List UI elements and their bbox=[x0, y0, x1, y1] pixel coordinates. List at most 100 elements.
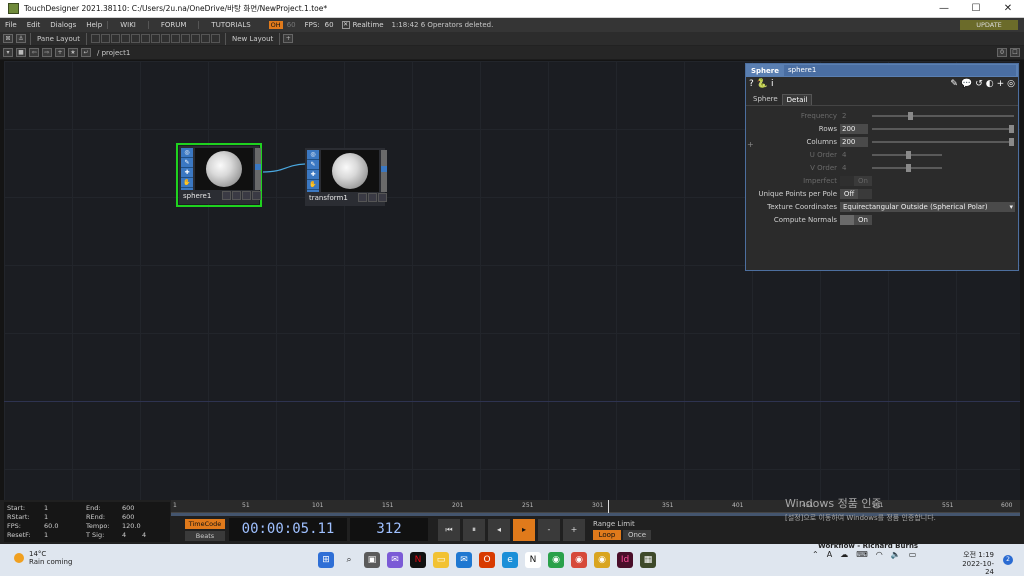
node-flag[interactable] bbox=[222, 191, 231, 200]
info-rend-value[interactable]: 600 bbox=[122, 513, 134, 521]
sphere1-node[interactable]: ◎ ✎ ✚ ✋ sphere1 bbox=[176, 143, 262, 207]
add-custom-icon[interactable]: + bbox=[997, 79, 1005, 89]
chrome-icon[interactable]: ◉ bbox=[548, 552, 564, 568]
tab-sphere[interactable]: Sphere bbox=[749, 94, 782, 105]
loop-button[interactable]: Loop bbox=[593, 529, 621, 540]
param-slider[interactable] bbox=[872, 137, 1014, 146]
weather-widget[interactable]: 14°C Rain coming bbox=[14, 550, 72, 566]
edit-icon[interactable]: ✎ bbox=[950, 79, 958, 89]
param-slider[interactable] bbox=[872, 124, 1014, 133]
info-rstart-value[interactable]: 1 bbox=[44, 513, 48, 521]
tab-detail[interactable]: Detail bbox=[781, 94, 813, 105]
node-viewer[interactable] bbox=[195, 148, 253, 190]
info-resetf-value[interactable]: 1 bbox=[44, 531, 48, 539]
chrome-profile-2-icon[interactable]: ◉ bbox=[594, 552, 610, 568]
chevron-up-icon[interactable]: ⌃ bbox=[812, 550, 819, 559]
param-slider[interactable] bbox=[872, 163, 942, 172]
playhead[interactable] bbox=[608, 500, 609, 513]
info-start-value[interactable]: 1 bbox=[44, 504, 48, 512]
network-icon[interactable]: ◠ bbox=[876, 550, 883, 559]
output-connector[interactable] bbox=[381, 166, 387, 172]
notification-badge[interactable]: 2 bbox=[1003, 555, 1013, 565]
search-icon[interactable]: ⌕ bbox=[341, 552, 357, 568]
volume-icon[interactable]: 🔈 bbox=[891, 550, 901, 559]
rewind-button[interactable]: ⏮ bbox=[438, 518, 460, 541]
node-bypass-icon[interactable]: ◎ bbox=[181, 148, 193, 158]
param-slider[interactable] bbox=[872, 150, 942, 159]
node-render-icon[interactable]: ✚ bbox=[307, 170, 319, 180]
param-toggle[interactable] bbox=[858, 188, 872, 199]
info-end-value[interactable]: 600 bbox=[122, 504, 134, 512]
file-explorer-icon[interactable]: ▭ bbox=[433, 552, 449, 568]
taskbar-clock[interactable]: 오전 1:19 2022-10-24 bbox=[958, 550, 994, 576]
node-flag[interactable] bbox=[232, 191, 241, 200]
node-display-icon[interactable]: ✋ bbox=[307, 180, 319, 190]
param-value[interactable]: 4 bbox=[840, 163, 868, 173]
node-edit-icon[interactable]: ✎ bbox=[307, 160, 319, 170]
node-viewer[interactable] bbox=[321, 150, 379, 192]
node-render-icon[interactable]: ✚ bbox=[181, 168, 193, 178]
node-name[interactable]: transform1 bbox=[307, 193, 357, 203]
chat-icon[interactable]: ✉ bbox=[387, 552, 403, 568]
param-value[interactable]: 200 bbox=[840, 123, 868, 134]
node-display-icon[interactable]: ✋ bbox=[181, 178, 193, 188]
play-button[interactable]: ▸ bbox=[513, 518, 535, 541]
once-button[interactable]: Once bbox=[623, 529, 651, 540]
mail-icon[interactable]: ✉ bbox=[456, 552, 472, 568]
transform1-node[interactable]: ◎ ✎ ✚ ✋ transform1 bbox=[305, 148, 387, 206]
operator-name-field[interactable]: sphere1 bbox=[783, 65, 1016, 76]
task-view-icon[interactable]: ▣ bbox=[364, 552, 380, 568]
param-menu[interactable]: Equirectangular Outside (Spherical Polar… bbox=[840, 201, 1015, 212]
touchdesigner-taskbar-icon[interactable]: ▦ bbox=[640, 552, 656, 568]
netflix-icon[interactable]: N bbox=[410, 552, 426, 568]
timecode-toggle[interactable]: TimeCode bbox=[185, 518, 225, 529]
comment-icon[interactable]: 💬 bbox=[961, 79, 972, 89]
info-tsig-value-2[interactable]: 4 bbox=[142, 531, 146, 539]
node-bypass-icon[interactable]: ◎ bbox=[307, 150, 319, 160]
step-back-button[interactable]: ◂ bbox=[488, 518, 510, 541]
step-minus-button[interactable]: - bbox=[538, 518, 560, 541]
expand-icon[interactable]: + bbox=[747, 140, 754, 149]
display-options-icon[interactable]: ◐ bbox=[986, 79, 994, 89]
param-toggle[interactable] bbox=[840, 214, 854, 225]
help-icon[interactable]: ? bbox=[749, 79, 754, 89]
office-icon[interactable]: O bbox=[479, 552, 495, 568]
cloud-icon[interactable]: ☁ bbox=[840, 550, 848, 559]
frame-display[interactable]: 312 bbox=[350, 518, 428, 541]
edge-icon[interactable]: e bbox=[502, 552, 518, 568]
ime-indicator[interactable]: A bbox=[827, 550, 832, 559]
reset-icon[interactable]: ↺ bbox=[975, 79, 983, 89]
param-toggle-value[interactable]: On bbox=[854, 175, 872, 186]
param-slider[interactable] bbox=[872, 111, 1014, 120]
node-name[interactable]: sphere1 bbox=[181, 191, 221, 201]
notion-icon[interactable]: N bbox=[525, 552, 541, 568]
output-connector[interactable] bbox=[255, 164, 261, 170]
battery-icon[interactable]: ▭ bbox=[909, 550, 917, 559]
chrome-profile-icon[interactable]: ◉ bbox=[571, 552, 587, 568]
beats-toggle[interactable]: Beats bbox=[185, 530, 225, 541]
python-icon[interactable]: 🐍 bbox=[757, 79, 768, 89]
node-flag[interactable] bbox=[358, 193, 367, 202]
keyboard-icon[interactable]: ⌨ bbox=[856, 550, 868, 559]
timecode-display[interactable]: 00:00:05.11 bbox=[229, 518, 347, 541]
node-flag[interactable] bbox=[242, 191, 251, 200]
info-tempo-value[interactable]: 120.0 bbox=[122, 522, 141, 530]
info-icon[interactable]: i bbox=[771, 79, 774, 89]
param-value[interactable]: 200 bbox=[840, 136, 868, 147]
node-flag[interactable] bbox=[378, 193, 387, 202]
start-icon[interactable]: ⊞ bbox=[318, 552, 334, 568]
info-tsig-value-1[interactable]: 4 bbox=[122, 531, 126, 539]
step-plus-button[interactable]: + bbox=[563, 518, 585, 541]
param-value[interactable]: 2 bbox=[840, 111, 868, 121]
target-icon[interactable]: ◎ bbox=[1007, 79, 1015, 89]
node-flag[interactable] bbox=[368, 193, 377, 202]
pause-button[interactable]: ⏸ bbox=[463, 518, 485, 541]
indesign-icon[interactable]: Id bbox=[617, 552, 633, 568]
info-fps-value[interactable]: 60.0 bbox=[44, 522, 58, 530]
param-toggle[interactable] bbox=[840, 175, 854, 186]
node-flag[interactable] bbox=[252, 191, 261, 200]
param-toggle-value[interactable]: Off bbox=[840, 188, 858, 199]
node-edit-icon[interactable]: ✎ bbox=[181, 158, 193, 168]
param-value[interactable]: 4 bbox=[840, 150, 868, 160]
param-toggle-value[interactable]: On bbox=[854, 214, 872, 225]
